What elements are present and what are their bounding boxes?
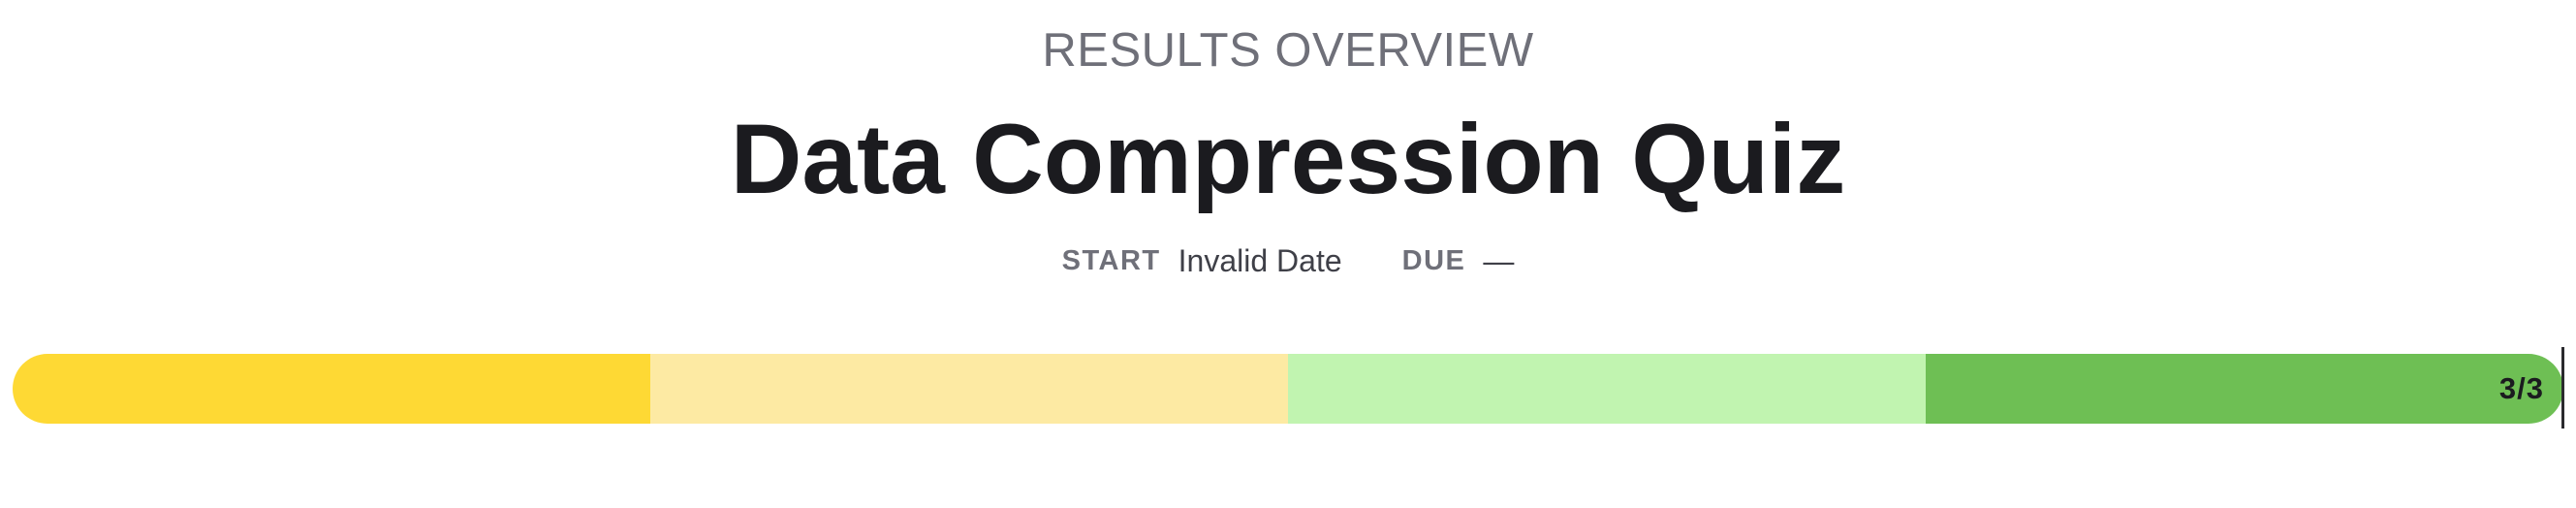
start-date-value: Invalid Date: [1178, 242, 1342, 278]
progress-segment-2: [650, 354, 1288, 424]
text-cursor: [2561, 347, 2564, 429]
start-date-label: START: [1061, 244, 1161, 276]
progress-count: 3/3: [2498, 371, 2544, 405]
due-date: DUE —: [1402, 243, 1515, 279]
start-date: START Invalid Date: [1062, 243, 1342, 279]
due-date-value: —: [1483, 242, 1515, 278]
progress-segment-3: [1288, 354, 1926, 424]
due-date-label: DUE: [1401, 244, 1466, 276]
page-overline: RESULTS OVERVIEW: [1042, 24, 1534, 77]
progress-segment-4: [1926, 354, 2563, 424]
quiz-dates: START Invalid Date DUE —: [0, 239, 2576, 282]
progress-segment-1: [13, 354, 650, 424]
page-title: Data Compression Quiz: [730, 104, 1846, 214]
progress-bar: 3/3: [13, 354, 2563, 424]
